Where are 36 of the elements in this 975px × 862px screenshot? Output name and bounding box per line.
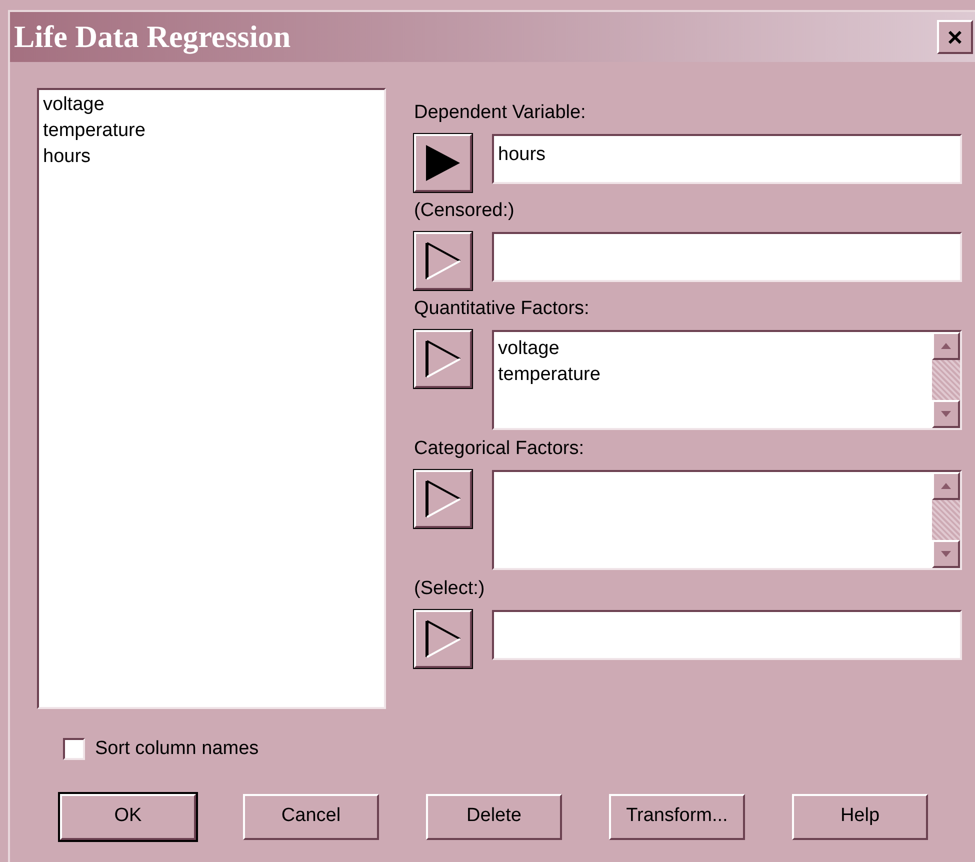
arrow-button[interactable] bbox=[414, 232, 472, 290]
scroll-down-icon[interactable] bbox=[932, 540, 960, 568]
dialog-button[interactable]: Transform... bbox=[609, 794, 745, 840]
field-label: (Censored:) bbox=[414, 199, 516, 223]
dialog-button[interactable]: Delete bbox=[426, 794, 562, 840]
window-title: Life Data Regression bbox=[14, 18, 291, 56]
checkbox[interactable] bbox=[63, 738, 85, 760]
field-label: Dependent Variable: bbox=[414, 101, 587, 125]
list-item[interactable]: hours bbox=[43, 144, 384, 170]
dialog-button[interactable]: Cancel bbox=[243, 794, 379, 840]
list-item[interactable]: voltage bbox=[43, 92, 384, 118]
field-label: (Select:) bbox=[414, 577, 486, 601]
arrow-button[interactable] bbox=[414, 610, 472, 668]
scrollbar[interactable] bbox=[932, 472, 960, 568]
field-label: Categorical Factors: bbox=[414, 437, 586, 461]
list-item[interactable]: temperature bbox=[43, 118, 384, 144]
dialog-button[interactable]: Help bbox=[792, 794, 928, 840]
close-button[interactable]: × bbox=[937, 20, 973, 54]
scroll-down-icon[interactable] bbox=[932, 400, 960, 428]
input-field[interactable] bbox=[492, 610, 962, 660]
field-label: Quantitative Factors: bbox=[414, 297, 590, 321]
scroll-up-icon[interactable] bbox=[932, 472, 960, 500]
input-field[interactable]: hours bbox=[492, 134, 962, 184]
arrow-button[interactable] bbox=[414, 470, 472, 528]
list-box[interactable] bbox=[492, 470, 962, 570]
list-item[interactable]: temperature bbox=[498, 362, 932, 388]
list-box[interactable]: voltage temperature bbox=[492, 330, 962, 430]
list-item[interactable]: voltage bbox=[498, 336, 932, 362]
column-list[interactable]: voltage temperature hours bbox=[37, 88, 386, 709]
scroll-up-icon[interactable] bbox=[932, 332, 960, 360]
dialog-button[interactable]: OK bbox=[60, 794, 196, 840]
checkbox-label: Sort column names bbox=[95, 737, 259, 761]
input-field[interactable] bbox=[492, 232, 962, 282]
arrow-button[interactable] bbox=[414, 330, 472, 388]
arrow-button[interactable] bbox=[414, 134, 472, 192]
scrollbar[interactable] bbox=[932, 332, 960, 428]
